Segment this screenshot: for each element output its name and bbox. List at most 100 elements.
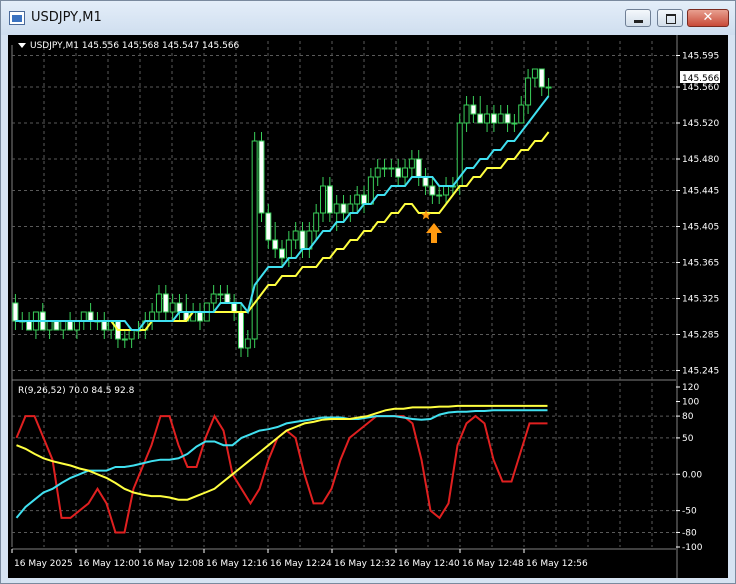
price-tick-label: 145.245 [682, 367, 719, 377]
time-axis: 16 May 2025 16 May 12:00 16 May 12:08 16 Ma… [11, 548, 676, 569]
candle-body[interactable] [258, 140, 265, 214]
candle-body[interactable] [67, 320, 74, 331]
candle-body[interactable] [518, 104, 525, 124]
candle-body[interactable] [463, 104, 470, 124]
chart-area[interactable]: 145.595 145.560 145.520 145.480 145.445 145.4… [8, 35, 728, 578]
candle-body[interactable] [354, 194, 361, 205]
close-button[interactable]: ✕ [687, 9, 729, 27]
candle-body[interactable] [224, 293, 231, 304]
candle-body[interactable] [340, 203, 347, 214]
indicator-tick-label: -50 [682, 507, 697, 517]
candle-body[interactable] [196, 311, 203, 322]
candle-body[interactable] [53, 320, 60, 331]
price-tick-label: 145.595 [682, 52, 719, 62]
time-tick-label: 16 May 12:00 [78, 559, 140, 569]
indicator-tick-label: 50 [682, 434, 694, 444]
indicator-tick-label: 80 [682, 412, 694, 422]
candle-body[interactable] [504, 113, 511, 124]
candle-body[interactable] [60, 320, 67, 331]
candle-body[interactable] [217, 293, 224, 296]
candle-body[interactable] [279, 248, 285, 259]
candle-body[interactable] [477, 113, 484, 124]
candle-body[interactable] [436, 194, 443, 197]
candle-body[interactable] [231, 302, 238, 313]
candle-body[interactable] [525, 77, 532, 106]
candle-body[interactable] [128, 329, 135, 340]
candle-body[interactable] [237, 311, 244, 349]
candle-body[interactable] [367, 176, 374, 205]
candle-body[interactable] [320, 185, 327, 214]
candle-body[interactable] [12, 302, 19, 322]
ma-fast-line [15, 95, 550, 331]
candle-body[interactable] [149, 311, 156, 322]
candle-body[interactable] [101, 320, 108, 331]
time-tick-label: 16 May 12:08 [142, 559, 204, 569]
candle-body[interactable] [265, 212, 272, 241]
candle-body[interactable] [169, 302, 176, 313]
candle-body[interactable] [470, 104, 477, 115]
title-bar[interactable]: USDJPY,M1 ✕ [1, 1, 735, 35]
candle-body[interactable] [538, 68, 545, 88]
candle-body[interactable] [313, 212, 320, 232]
candle-body[interactable] [80, 311, 87, 322]
candle-body[interactable] [381, 167, 388, 170]
candle-body[interactable] [490, 113, 497, 124]
candle-body[interactable] [374, 167, 381, 178]
price-tick-label: 145.365 [682, 259, 719, 269]
candle-body[interactable] [429, 185, 436, 196]
minimize-button[interactable] [625, 9, 651, 27]
candle-body[interactable] [333, 203, 340, 214]
candle-body[interactable] [326, 185, 333, 214]
price-panel[interactable] [12, 68, 552, 357]
window-title: USDJPY,M1 [31, 10, 102, 25]
candle-body[interactable] [402, 167, 409, 178]
candle-body[interactable] [272, 239, 279, 250]
indicator-panel[interactable] [15, 404, 548, 534]
price-tick-label: 145.325 [682, 295, 719, 305]
candle-body[interactable] [26, 320, 33, 331]
candle-body[interactable] [285, 239, 292, 259]
candle-body[interactable] [545, 86, 552, 89]
time-tick-label: 16 May 12:56 [526, 559, 588, 569]
candle-body[interactable] [73, 320, 80, 331]
candle-body[interactable] [408, 158, 415, 169]
maximize-icon [666, 14, 676, 24]
current-price-label: 145.566 [682, 74, 719, 84]
candle-body[interactable] [395, 167, 402, 178]
candle-body[interactable] [361, 194, 368, 205]
candle-body[interactable] [46, 320, 53, 331]
candle-body[interactable] [176, 302, 183, 313]
candle-body[interactable] [244, 338, 251, 349]
maximize-button[interactable] [657, 9, 683, 27]
candle-body[interactable] [443, 185, 450, 196]
candle-body[interactable] [87, 311, 94, 322]
price-tick-label: 145.285 [682, 331, 719, 341]
candle-body[interactable] [210, 293, 217, 304]
candle-body[interactable] [422, 176, 429, 187]
price-tick-label: 145.405 [682, 223, 719, 233]
candle-body[interactable] [155, 293, 162, 313]
candle-body[interactable] [251, 140, 258, 340]
chart-window[interactable]: USDJPY,M1 ✕ 145.595 145.560 145.520 145.480… [0, 0, 736, 584]
candle-body[interactable] [415, 158, 422, 178]
candle-body[interactable] [121, 338, 128, 341]
time-tick-label: 16 May 12:32 [334, 559, 396, 569]
time-tick-label: 16 May 12:24 [270, 559, 332, 569]
indicator-tick-label: 100 [682, 398, 699, 408]
indicator-label: R(9,26,52) 70.0 84.5 92.8 [18, 386, 135, 396]
candle-body[interactable] [388, 167, 395, 170]
price-axis: 145.595 145.560 145.520 145.480 145.445 145.4… [676, 52, 719, 553]
close-icon: ✕ [702, 10, 714, 25]
candle-body[interactable] [347, 203, 354, 214]
candle-body[interactable] [497, 113, 504, 124]
dropdown-triangle-icon[interactable] [18, 43, 26, 48]
candle-body[interactable] [484, 113, 491, 124]
candle-body[interactable] [511, 122, 518, 125]
candle-body[interactable] [292, 230, 299, 241]
indicator-tick-label: -100 [682, 543, 703, 553]
candle-body[interactable] [162, 293, 169, 313]
star-icon [421, 210, 431, 220]
candle-body[interactable] [299, 230, 306, 250]
minimize-icon [634, 20, 643, 23]
candle-body[interactable] [531, 68, 538, 79]
